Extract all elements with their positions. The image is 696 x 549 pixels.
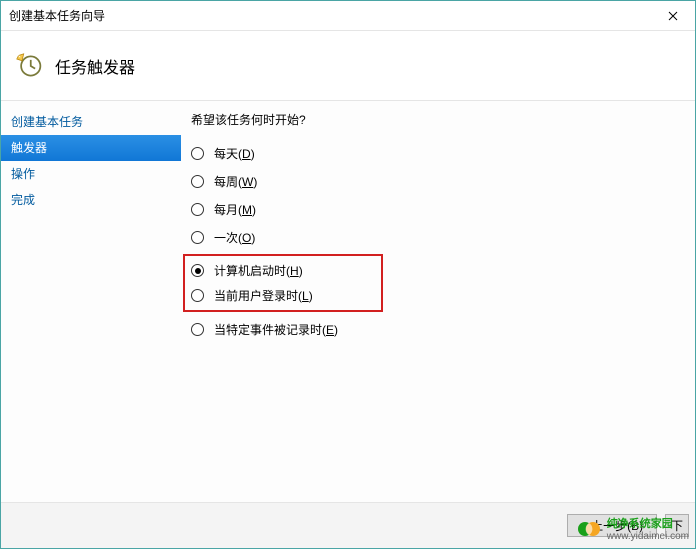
radio-label: 每月(M) — [214, 201, 256, 218]
radio-startup[interactable]: 计算机启动时(H) — [191, 258, 375, 283]
wizard-header: 任务触发器 — [1, 31, 695, 101]
wizard-body: 创建基本任务 触发器 操作 完成 希望该任务何时开始? 每天(D) 每周(W) … — [1, 101, 695, 502]
sidebar-item-action[interactable]: 操作 — [1, 161, 181, 187]
radio-icon — [191, 323, 204, 336]
highlight-box: 计算机启动时(H) 当前用户登录时(L) — [183, 254, 383, 312]
radio-icon — [191, 203, 204, 216]
radio-icon — [191, 289, 204, 302]
content-pane: 希望该任务何时开始? 每天(D) 每周(W) 每月(M) 一次(O) 计算机启动… — [181, 101, 695, 502]
titlebar: 创建基本任务向导 — [1, 1, 695, 31]
radio-icon — [191, 264, 204, 277]
button-label: 下 — [671, 517, 683, 534]
button-label: < 上一步(B) — [581, 517, 643, 534]
radio-label: 每周(W) — [214, 173, 257, 190]
radio-icon — [191, 175, 204, 188]
window-title: 创建基本任务向导 — [9, 7, 105, 24]
radio-icon — [191, 231, 204, 244]
next-button[interactable]: 下 — [665, 514, 689, 537]
radio-daily[interactable]: 每天(D) — [191, 140, 675, 168]
close-button[interactable] — [650, 1, 695, 31]
sidebar-item-label: 操作 — [11, 167, 35, 181]
radio-once[interactable]: 一次(O) — [191, 224, 675, 252]
radio-label: 计算机启动时(H) — [214, 262, 303, 279]
radio-label: 当前用户登录时(L) — [214, 287, 313, 304]
sidebar: 创建基本任务 触发器 操作 完成 — [1, 101, 181, 502]
sidebar-item-label: 触发器 — [11, 141, 47, 155]
sidebar-item-label: 完成 — [11, 193, 35, 207]
page-title: 任务触发器 — [55, 54, 135, 78]
sidebar-item-finish[interactable]: 完成 — [1, 187, 181, 213]
sidebar-item-create-task[interactable]: 创建基本任务 — [1, 109, 181, 135]
close-icon — [668, 11, 678, 21]
clock-icon — [15, 52, 43, 80]
sidebar-item-label: 创建基本任务 — [11, 115, 83, 129]
radio-logon[interactable]: 当前用户登录时(L) — [191, 283, 375, 308]
radio-icon — [191, 147, 204, 160]
back-button[interactable]: < 上一步(B) — [567, 514, 657, 537]
radio-weekly[interactable]: 每周(W) — [191, 168, 675, 196]
radio-label: 当特定事件被记录时(E) — [214, 321, 338, 338]
sidebar-item-trigger[interactable]: 触发器 — [1, 135, 181, 161]
radio-event[interactable]: 当特定事件被记录时(E) — [191, 316, 675, 344]
radio-label: 每天(D) — [214, 145, 255, 162]
radio-label: 一次(O) — [214, 229, 255, 246]
prompt-text: 希望该任务何时开始? — [191, 111, 675, 128]
wizard-footer: < 上一步(B) 下 — [1, 502, 695, 548]
radio-monthly[interactable]: 每月(M) — [191, 196, 675, 224]
